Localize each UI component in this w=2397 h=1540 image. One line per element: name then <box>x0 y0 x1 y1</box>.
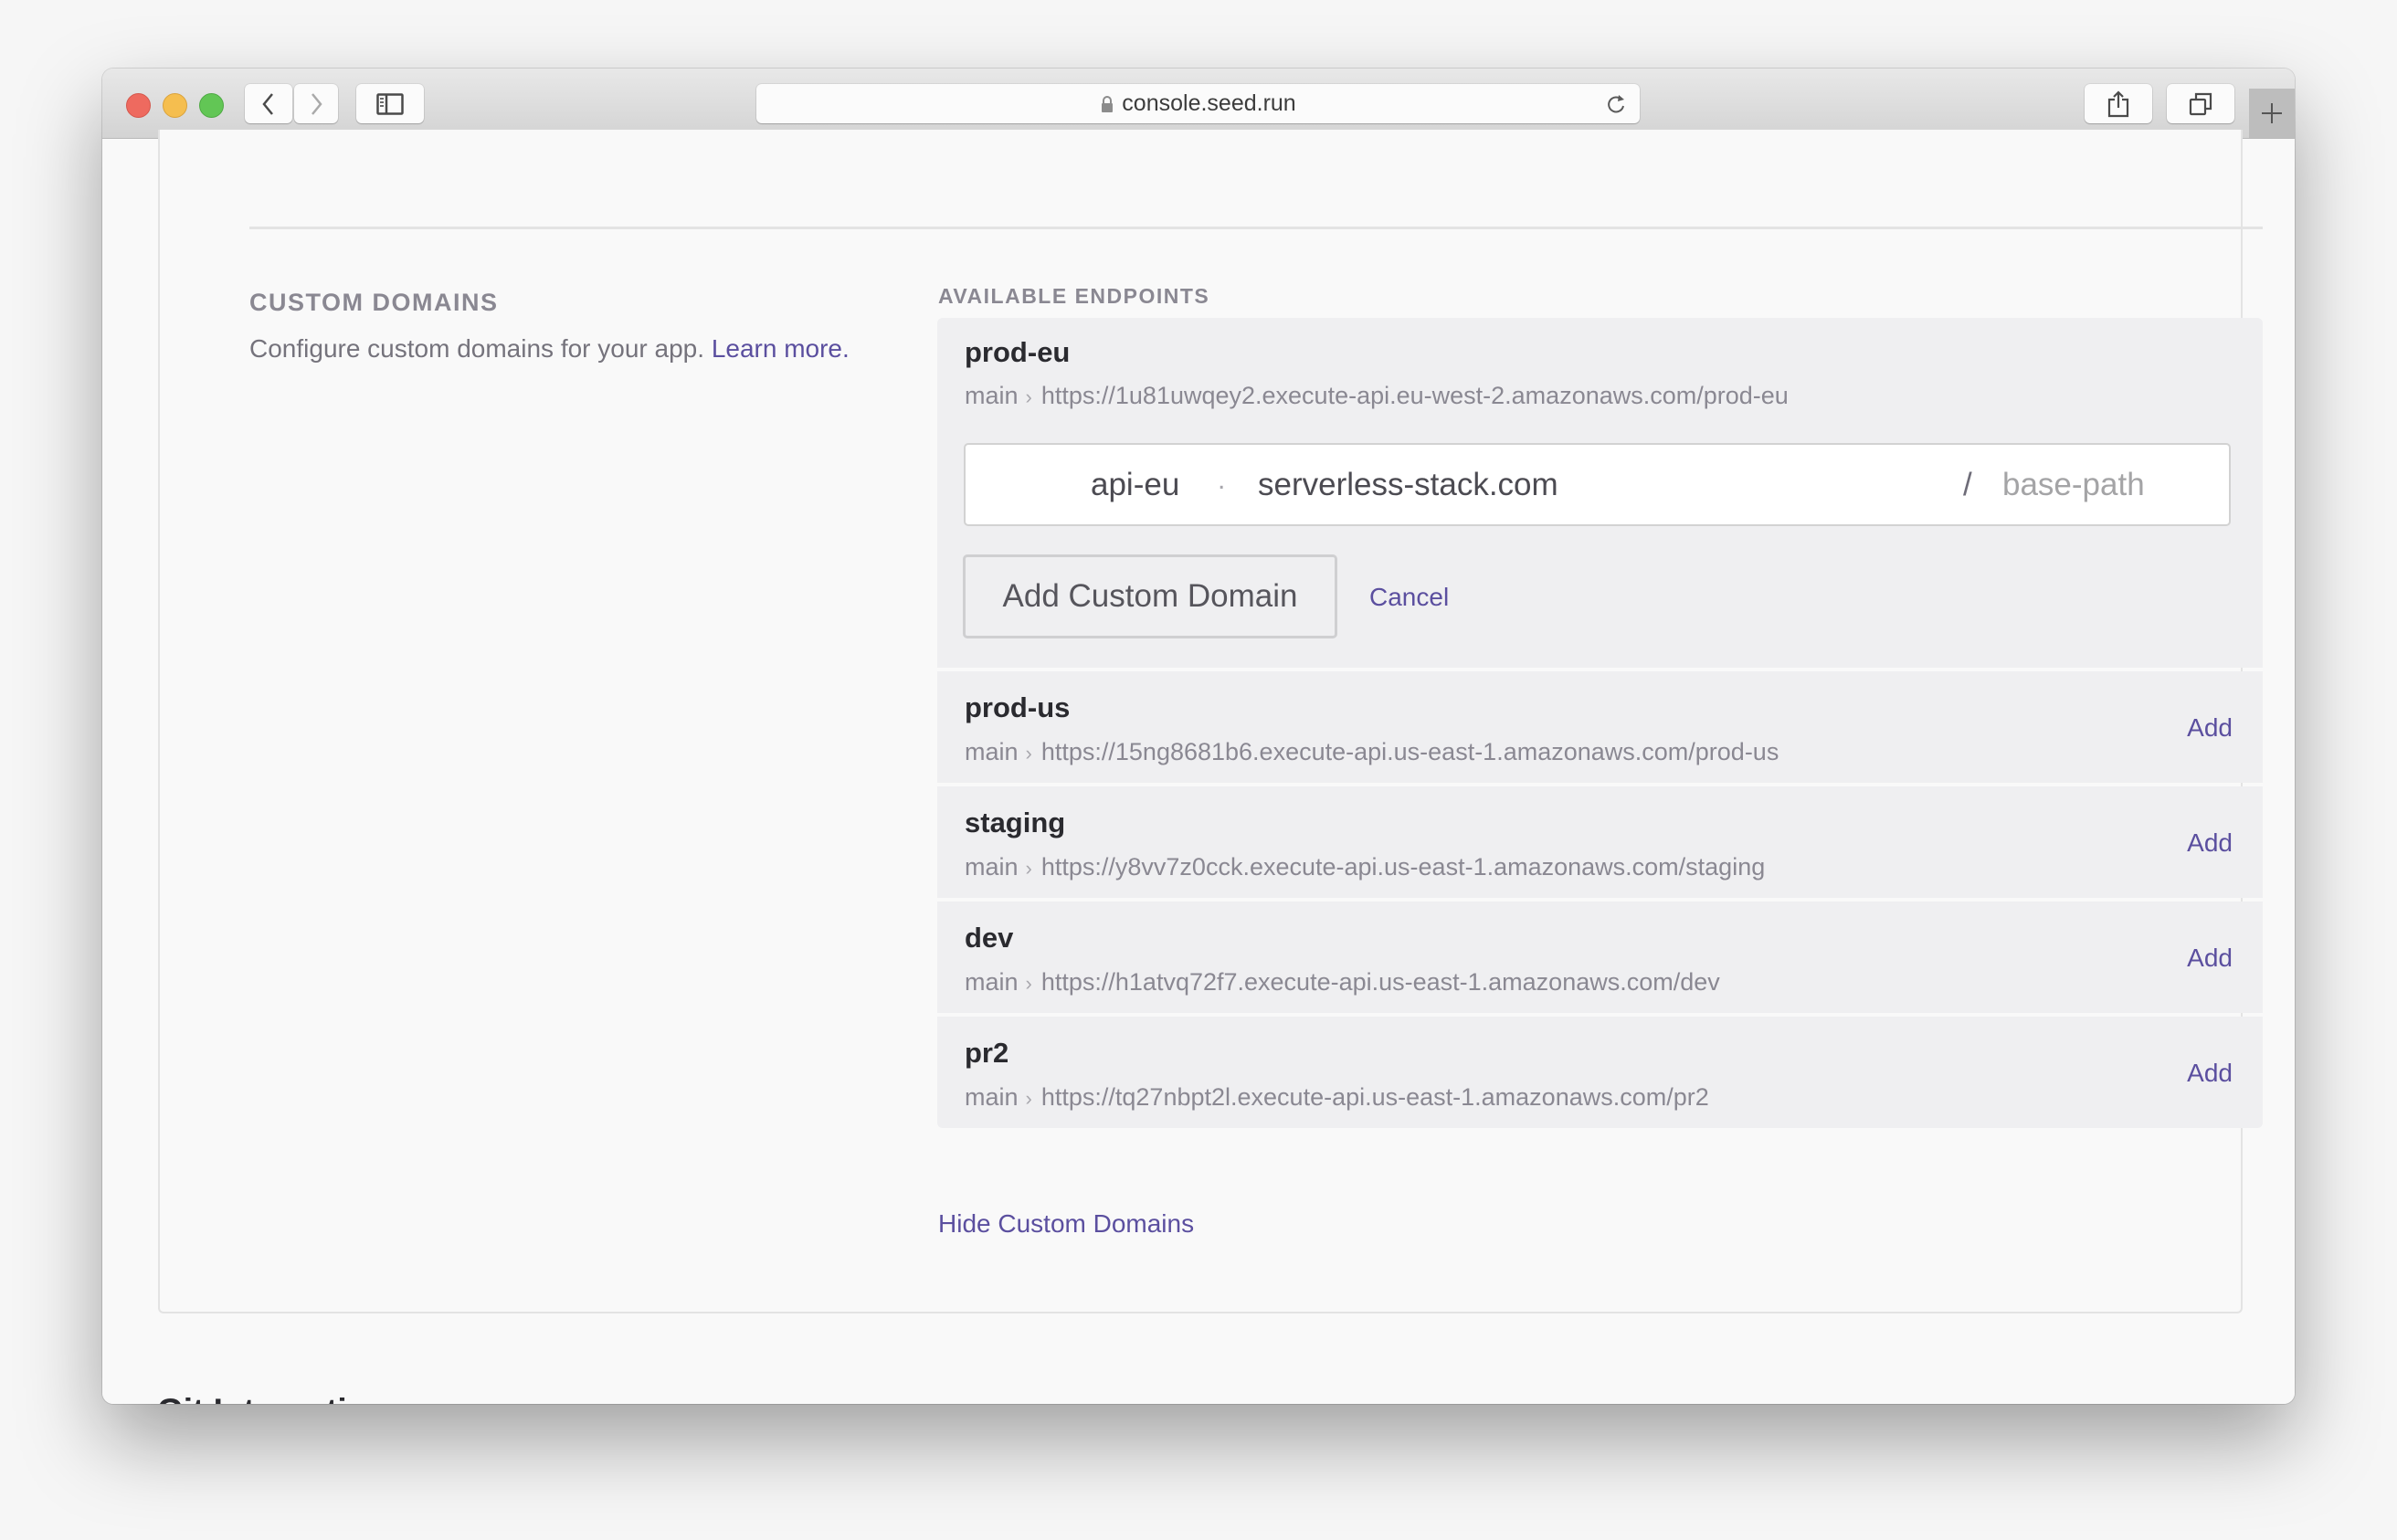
lock-icon <box>1102 95 1114 112</box>
add-domain-button[interactable]: Add <box>2187 1059 2233 1088</box>
branch-name: main <box>965 853 1019 881</box>
endpoint-row: staging main › https://y8vv7z0cck.execute-… <box>937 786 2263 898</box>
new-tab-button[interactable] <box>2249 89 2295 138</box>
endpoint-row: pr2 main › https://tq27nbpt2l.execute-api.… <box>937 1017 2263 1128</box>
endpoint-url: main › https://1u81uwqey2.execute-api.eu-w… <box>965 382 1789 410</box>
endpoint-url: main › https://tq27nbpt2l.execute-api.us-e… <box>965 1083 1709 1112</box>
chevron-left-icon <box>262 92 273 115</box>
share-button[interactable] <box>2085 84 2152 123</box>
back-button[interactable] <box>245 84 292 123</box>
add-domain-button[interactable]: Add <box>2187 713 2233 743</box>
close-window-button[interactable] <box>126 93 151 118</box>
chevron-right-icon <box>312 92 322 115</box>
browser-toolbar: console.seed.run <box>102 69 2295 139</box>
endpoint-name: staging <box>965 807 1066 839</box>
endpoint-url-text: https://1u81uwqey2.execute-api.eu-west-2… <box>1040 382 1789 409</box>
endpoint-url-text: https://15ng8681b6.execute-api.us-east-1… <box>1040 738 1779 765</box>
endpoint-url: main › https://y8vv7z0cck.execute-api.us-e… <box>965 853 1765 881</box>
section-title: CUSTOM DOMAINS <box>249 289 499 316</box>
forward-button[interactable] <box>294 84 338 123</box>
endpoint-url-text: https://h1atvq72f7.execute-api.us-east-1… <box>1040 968 1720 996</box>
chevron-right-icon: › <box>1025 385 1032 408</box>
endpoint-name: prod-eu <box>965 336 1071 368</box>
branch-name: main <box>965 1083 1019 1111</box>
endpoint-url: main › https://15ng8681b6.execute-api.us-e… <box>965 738 1779 766</box>
sidebar-toggle-button[interactable] <box>356 84 424 123</box>
git-integration-heading: Git Integration <box>157 1392 388 1404</box>
endpoint-url: main › https://h1atvq72f7.execute-api.us-e… <box>965 968 1720 997</box>
minimize-window-button[interactable] <box>163 93 187 118</box>
base-path-input[interactable]: base-path <box>2002 467 2145 503</box>
endpoint-row: prod-us main › https://15ng8681b6.execute-… <box>937 671 2263 783</box>
endpoint-name: pr2 <box>965 1037 1009 1069</box>
section-description: Configure custom domains for your app. L… <box>249 334 850 364</box>
branch-name: main <box>965 738 1019 765</box>
description-text: Configure custom domains for your app. <box>249 334 705 363</box>
add-domain-button[interactable]: Add <box>2187 828 2233 858</box>
section-divider <box>249 227 2263 229</box>
chevron-right-icon: › <box>1025 857 1032 880</box>
subdomain-input[interactable]: api-eu <box>1091 467 1179 503</box>
page-content: CUSTOM DOMAINS Configure custom domains … <box>102 130 2295 1404</box>
dot-separator: . <box>1218 465 1226 495</box>
hide-custom-domains-link[interactable]: Hide Custom Domains <box>938 1209 1194 1239</box>
browser-window: console.seed.run CUSTOM DOMAINS Configur… <box>102 69 2295 1404</box>
learn-more-link[interactable]: Learn more. <box>712 334 850 363</box>
endpoints-label: AVAILABLE ENDPOINTS <box>938 284 1210 308</box>
address-bar[interactable]: console.seed.run <box>756 84 1640 123</box>
settings-card: CUSTOM DOMAINS Configure custom domains … <box>158 130 2263 1313</box>
add-custom-domain-button[interactable]: Add Custom Domain <box>963 554 1337 638</box>
reload-icon[interactable] <box>1605 92 1627 116</box>
custom-domain-input-group: api-eu . serverless-stack.com / base-pat… <box>964 443 2231 526</box>
sidebar-icon <box>376 92 404 115</box>
chevron-right-icon: › <box>1025 972 1032 995</box>
chevron-right-icon: › <box>1025 1087 1032 1110</box>
endpoint-name: prod-us <box>965 691 1071 723</box>
branch-name: main <box>965 382 1019 409</box>
add-domain-button[interactable]: Add <box>2187 944 2233 973</box>
endpoint-row: dev main › https://h1atvq72f7.execute-api.… <box>937 902 2263 1013</box>
endpoint-name: dev <box>965 922 1014 954</box>
plus-icon <box>2262 103 2282 123</box>
tabs-overview-button[interactable] <box>2167 84 2234 123</box>
endpoint-url-text: https://y8vv7z0cck.execute-api.us-east-1… <box>1040 853 1766 881</box>
endpoint-panel-active: prod-eu main › https://1u81uwqey2.execute-… <box>937 318 2263 668</box>
domain-select[interactable]: serverless-stack.com <box>1258 467 1558 503</box>
url-text: console.seed.run <box>1122 90 1296 116</box>
chevron-right-icon: › <box>1025 742 1032 765</box>
path-separator: / <box>1963 467 1972 502</box>
tabs-overview-icon <box>2189 92 2212 115</box>
branch-name: main <box>965 968 1019 996</box>
cancel-button[interactable]: Cancel <box>1369 583 1449 612</box>
zoom-window-button[interactable] <box>199 93 224 118</box>
endpoint-url-text: https://tq27nbpt2l.execute-api.us-east-1… <box>1040 1083 1709 1111</box>
share-icon <box>2107 90 2129 117</box>
